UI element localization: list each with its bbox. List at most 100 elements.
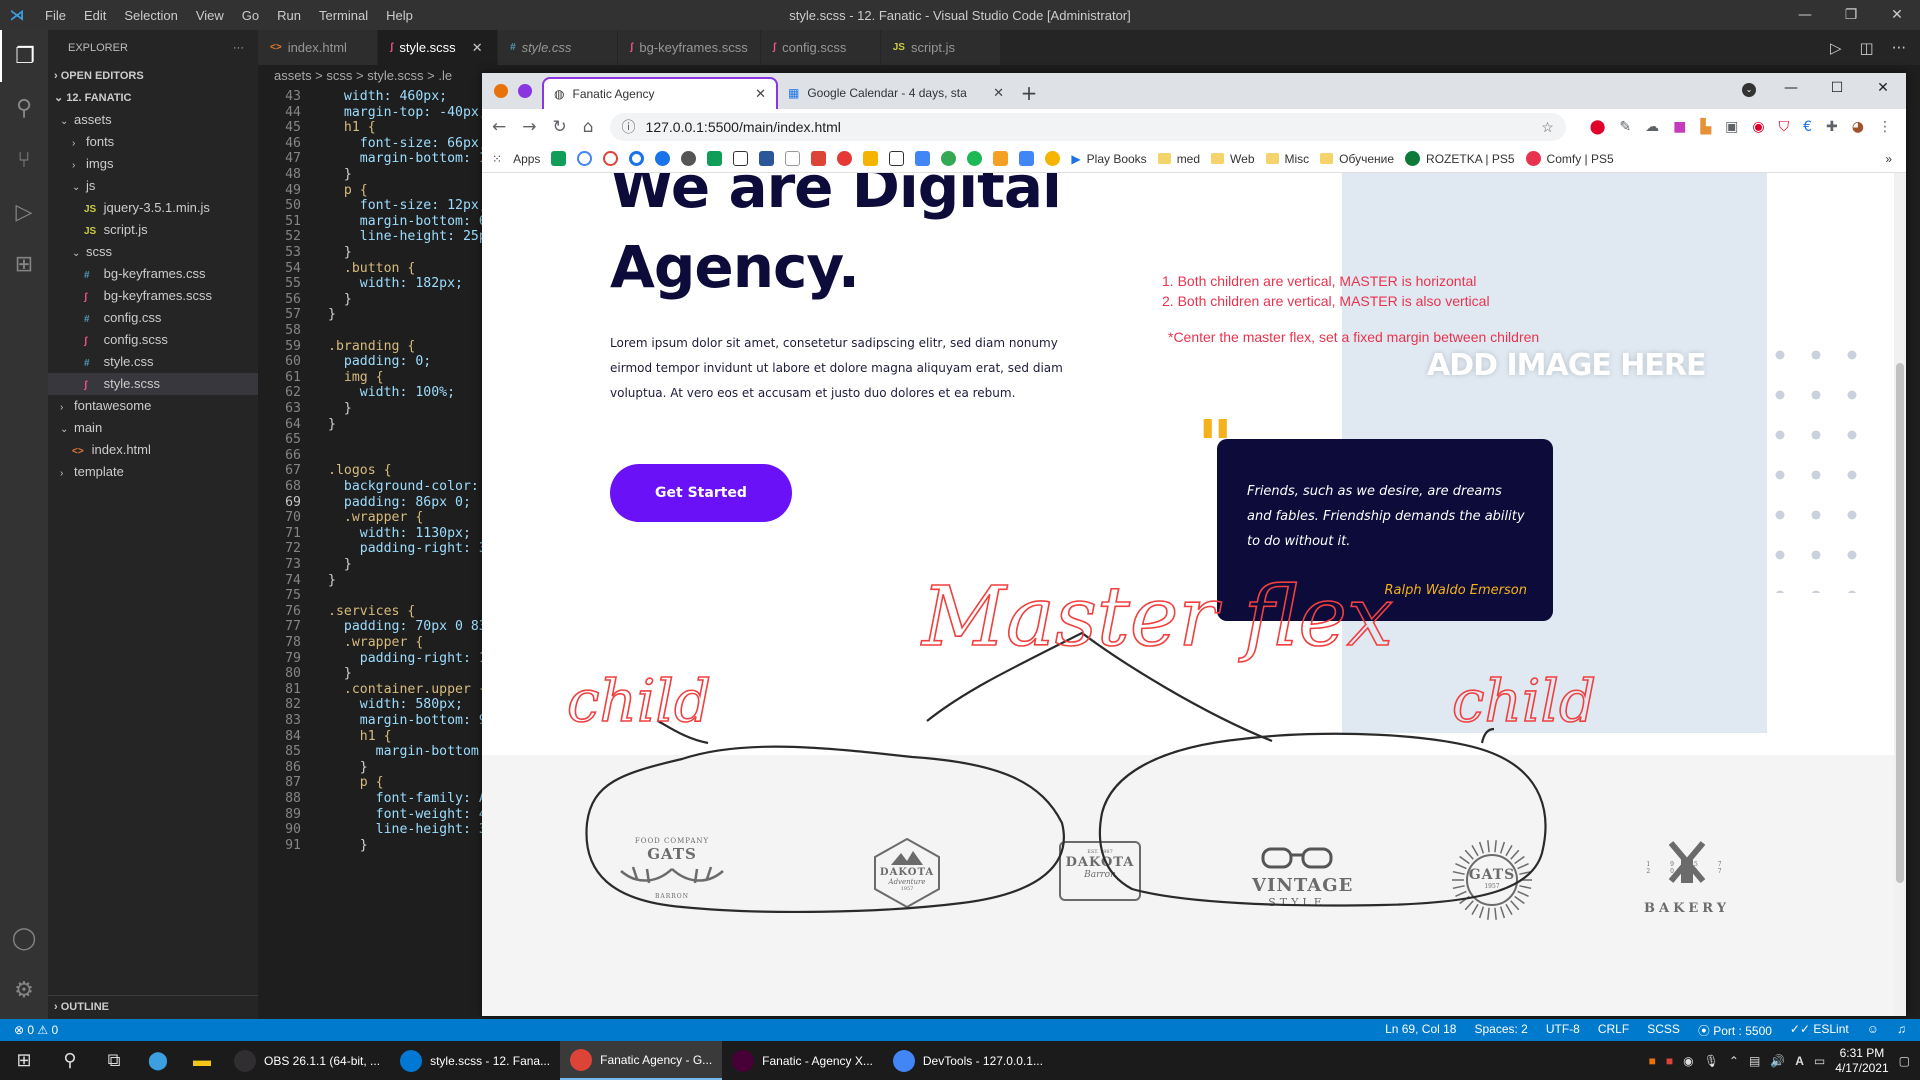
bookmark-icon[interactable] [785,151,801,166]
bookmark-icon[interactable] [915,151,931,166]
tab-search-icon[interactable]: ⌄ [1742,83,1756,97]
windows-start-icon[interactable]: ⊞ [0,1041,48,1080]
source-control-icon[interactable]: ⑂ [0,134,48,186]
menu-edit[interactable]: Edit [75,8,115,23]
play-icon[interactable]: ◉ [1752,119,1764,135]
bookmark-folder-web[interactable]: Web [1211,152,1255,166]
opera-icon[interactable]: ⬤ [1590,119,1606,135]
folder-item[interactable]: ⌄ js [48,175,258,197]
code-line[interactable]: width: 580px; [328,697,463,712]
taskbar-app[interactable]: Fanatic - Agency X... [722,1041,883,1080]
file-item[interactable]: ʃ bg-keyframes.scss [48,285,258,307]
file-item[interactable]: ʃ config.scss [48,329,258,351]
open-editors-section[interactable]: › OPEN EDITORS [48,65,258,87]
drive-icon[interactable] [863,151,879,166]
folder-item[interactable]: ⌄ main [48,417,258,439]
chrome-tab-calendar[interactable]: ▦ Google Calendar - 4 days, startin ✕ [778,77,1014,109]
code-line[interactable]: .branding { [328,339,415,354]
code-line[interactable]: font-size: 12px; [328,198,482,213]
bookmark-icon[interactable] [811,151,827,166]
language-indicator-icon[interactable]: A [1795,1054,1804,1068]
file-item[interactable]: JS jquery-3.5.1.min.js [48,197,258,219]
code-line[interactable]: padding: 86px 0; [328,495,471,510]
tray-icon[interactable]: ◉ [1683,1054,1693,1068]
pen-icon[interactable]: ✎ [1619,119,1631,135]
split-editor-icon[interactable]: ◫ [1860,39,1874,57]
taskbar-clock[interactable]: 6:31 PM 4/17/2021 [1835,1046,1888,1076]
avatar[interactable]: ◕ [1852,119,1864,135]
code-line[interactable]: line-height: 30 [328,822,482,837]
live-server-port[interactable]: ⦿ Port : 5500 [1698,1022,1772,1039]
bookmark-icon[interactable] [551,151,567,166]
reload-icon[interactable]: ↻ [553,117,567,137]
editor-tab[interactable]: ʃ config.scss [760,30,881,65]
settings-gear-icon[interactable]: ⚙ [0,964,48,1016]
bookmark-icon[interactable] [759,151,775,166]
bookmark-comfy[interactable]: Comfy | PS5 [1525,151,1614,166]
bookmark-folder-misc[interactable]: Misc [1265,152,1309,166]
code-line[interactable]: } [328,401,352,416]
task-view-icon[interactable]: ⧉ [92,1041,136,1080]
file-item[interactable]: # bg-keyframes.css [48,263,258,285]
expand-tray-icon[interactable]: ⌃ [1729,1054,1739,1068]
chrome-menu-icon[interactable]: ⋮ [1878,119,1892,135]
spotify-icon[interactable] [967,151,983,166]
indentation[interactable]: Spaces: 2 [1474,1022,1527,1039]
clipboard-icon[interactable]: ▭ [1814,1054,1825,1068]
folder-item[interactable]: › template [48,461,258,483]
code-line[interactable]: p { [328,183,368,198]
line-ending[interactable]: CRLF [1598,1022,1629,1039]
home-icon[interactable]: ⌂ [583,117,594,137]
folder-item[interactable]: › fontawesome [48,395,258,417]
puzzle-icon[interactable]: ✚ [1826,119,1838,135]
folder-item[interactable]: ⌄ scss [48,241,258,263]
new-tab-button[interactable]: + [1014,77,1044,109]
code-line[interactable]: .services { [328,604,415,619]
shield-icon[interactable]: ⛉ [1779,119,1790,135]
bookmark-folder-med[interactable]: med [1157,152,1200,166]
code-line[interactable]: width: 460px; [328,89,447,104]
search-icon[interactable]: ⚲ [0,82,48,134]
lightning-app-icon[interactable]: ⬤ [136,1041,180,1080]
code-line[interactable]: .wrapper { [328,510,423,525]
bookmark-icon[interactable] [941,151,957,166]
tab-close-icon[interactable]: ✕ [993,85,1004,101]
folder-item[interactable]: ⌄ assets [48,109,258,131]
restore-icon[interactable]: ☐ [1814,73,1860,103]
code-line[interactable]: width: 100%; [328,385,455,400]
code-editor[interactable]: 43 width: 460px; 44 margin-top: -40px; 45 … [258,87,482,1017]
network-icon[interactable]: ▤ [1749,1054,1760,1068]
code-line[interactable]: .wrapper { [328,635,423,650]
code-line[interactable]: } [328,307,336,322]
code-line[interactable]: } [328,292,352,307]
code-line[interactable]: margin-bottom: 6 [328,214,482,229]
bookmark-icon[interactable] [629,151,645,166]
forward-icon[interactable]: → [522,117,536,137]
code-line[interactable]: } [328,573,336,588]
file-item[interactable]: ʃ style.scss [48,373,258,395]
cloud-icon[interactable]: ☁ [1645,119,1659,135]
outline-section[interactable]: › OUTLINE [48,995,258,1019]
search-icon[interactable]: ⚲ [48,1041,92,1080]
code-line[interactable]: } [328,557,352,572]
file-item[interactable]: # config.css [48,307,258,329]
code-line[interactable]: h1 { [328,120,376,135]
bookmark-icon[interactable] [993,151,1009,166]
code-line[interactable]: .button { [328,261,415,276]
code-line[interactable]: } [328,666,352,681]
info-icon[interactable]: ⓘ [622,117,636,137]
menu-view[interactable]: View [187,8,233,23]
bookmark-icon[interactable] [733,151,749,166]
page-scrollbar[interactable] [1894,173,1906,1016]
address-bar[interactable]: ⓘ 127.0.0.1:5500/main/index.html ☆ [609,113,1566,141]
bookmark-icon[interactable] [577,151,593,166]
notifications-icon[interactable]: ♫ [1897,1022,1906,1039]
color-icon[interactable]: ■ [1673,119,1686,135]
taskbar-app[interactable]: Fanatic Agency - G... [560,1041,723,1080]
back-icon[interactable]: ← [492,117,506,137]
code-line[interactable]: img { [328,370,384,385]
menu-selection[interactable]: Selection [115,8,186,23]
close-icon[interactable]: ✕ [1860,73,1906,103]
code-line[interactable]: line-height: 25p [328,229,482,244]
explorer-icon[interactable]: ❐ [0,30,48,82]
